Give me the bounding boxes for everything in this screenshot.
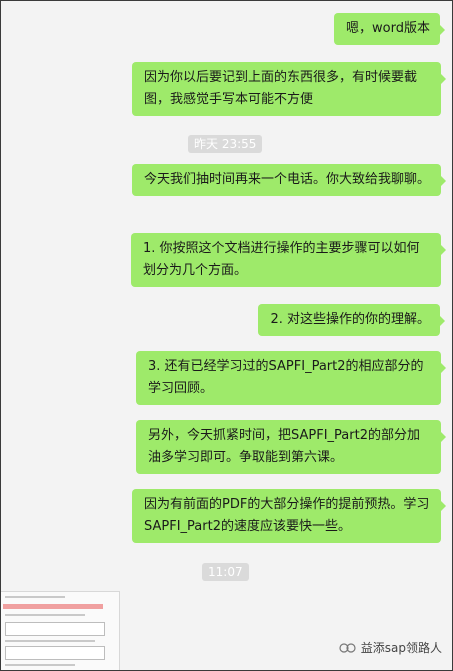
image-message-thumbnail[interactable] [1, 591, 120, 670]
chat-window: 嗯，word版本 因为你以后要记到上面的东西很多，有时候要截图，我感觉手写本可能… [0, 0, 453, 671]
message-bubble[interactable]: 今天我们抽时间再来一个电话。你大致给我聊聊。 [132, 164, 446, 196]
message-bubble[interactable]: 因为你以后要记到上面的东西很多，有时候要截图，我感觉手写本可能不方便 [132, 62, 446, 116]
message-bubble[interactable]: 3. 还有已经学习过的SAPFI_Part2的相应部分的学习回顾。 [136, 351, 446, 405]
message-bubble[interactable]: 1. 你按照这个文档进行操作的主要步骤可以如何划分为几个方面。 [131, 233, 446, 287]
message-bubble[interactable]: 另外，今天抓紧时间，把SAPFI_Part2的部分加油多学习即可。争取能到第六课… [136, 420, 446, 474]
timestamp: 11:07 [202, 563, 249, 581]
message-bubble[interactable]: 因为有前面的PDF的大部分操作的提前预热。学习SAPFI_Part2的速度应该要… [132, 489, 446, 543]
message-bubble[interactable]: 2. 对这些操作的你的理解。 [258, 304, 445, 336]
message-bubble[interactable]: 嗯，word版本 [334, 13, 445, 45]
watermark: 益添sap领路人 [339, 639, 442, 656]
wechat-official-account-icon [339, 642, 356, 653]
watermark-text: 益添sap领路人 [360, 641, 442, 655]
timestamp: 昨天 23:55 [188, 135, 263, 153]
